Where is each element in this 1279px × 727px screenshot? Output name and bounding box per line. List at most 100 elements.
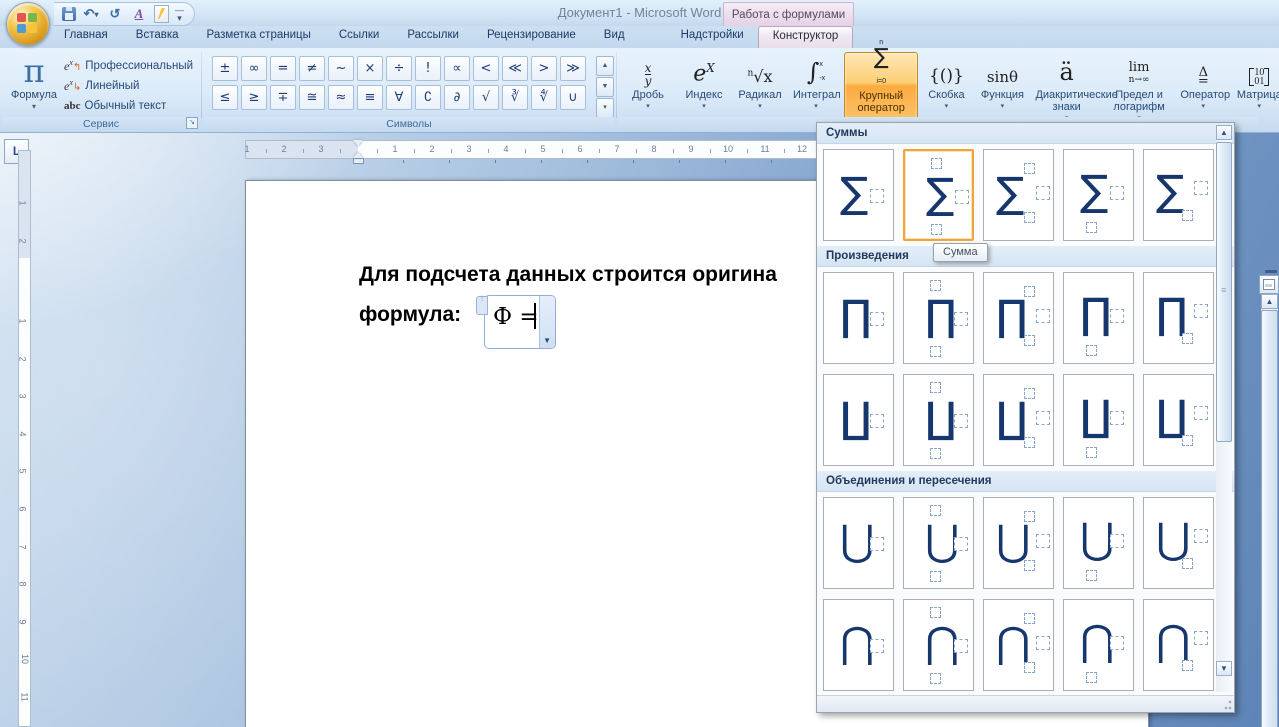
tab-конструктор[interactable]: Конструктор <box>757 26 854 49</box>
office-button[interactable] <box>6 2 50 46</box>
formula-button[interactable]: π Формула ▾ <box>8 54 60 118</box>
gallery-item-super-sub[interactable]: ⋃ <box>983 497 1054 589</box>
structure-function-button[interactable]: sinθ Функция ▾ <box>974 52 1030 120</box>
symbols-more-icon[interactable]: ▾ <box>596 98 614 118</box>
gallery-item-sub[interactable]: ∑ <box>1143 149 1214 241</box>
gallery-item-below[interactable]: ∏ <box>1063 272 1134 364</box>
symbol-button[interactable]: ! <box>415 56 441 81</box>
gallery-item-sub[interactable]: ∏ <box>1143 272 1214 364</box>
gallery-item-plain[interactable]: ⋃ <box>823 497 894 589</box>
mode-linear-icon[interactable]: ex↳ Линейный <box>64 76 139 95</box>
symbol-button[interactable]: ∞ <box>241 56 267 81</box>
tab-главная[interactable]: Главная <box>50 26 122 48</box>
symbol-button[interactable]: ≅ <box>299 85 325 110</box>
tab-рассылки[interactable]: Рассылки <box>393 26 473 48</box>
symbols-scroll-down[interactable]: ▼ <box>596 77 614 97</box>
gallery-item-super-sub[interactable]: ∐ <box>983 374 1054 466</box>
gallery-item-above-below[interactable]: ⋃ <box>903 497 974 589</box>
gallery-item-sub[interactable]: ∐ <box>1143 374 1214 466</box>
indent-markers[interactable] <box>352 140 364 164</box>
gallery-item-below[interactable]: ∑ <box>1063 149 1134 241</box>
gallery-item-below[interactable]: ⋃ <box>1063 497 1134 589</box>
dialog-launcher-icon[interactable]: ↘ <box>186 117 198 129</box>
symbol-button[interactable]: ∪ <box>560 85 586 110</box>
placeholder-box <box>930 448 941 459</box>
tab-надстройки[interactable]: Надстройки <box>667 26 758 48</box>
symbol-button[interactable]: ≫ <box>560 56 586 81</box>
split-handle[interactable] <box>1265 270 1277 273</box>
tab-stop-mark <box>449 160 450 163</box>
scroll-up-icon[interactable]: ▲ <box>1216 125 1232 140</box>
gallery-item-super-sub[interactable]: ⋂ <box>983 599 1054 691</box>
ruler-toggle-button[interactable] <box>1259 275 1279 294</box>
structure-fraction-button[interactable]: x y Дробь ▾ <box>620 52 676 120</box>
gallery-item-plain[interactable]: ∏ <box>823 272 894 364</box>
scroll-down-icon[interactable]: ▼ <box>1216 661 1232 676</box>
symbol-button[interactable]: ± <box>212 56 238 81</box>
scrollbar-thumb[interactable] <box>1261 310 1278 727</box>
gallery-item-plain[interactable]: ∑ <box>823 149 894 241</box>
resize-grip-icon[interactable] <box>1222 700 1232 710</box>
tab-рецензирование[interactable]: Рецензирование <box>473 26 590 48</box>
structure-bracket-button[interactable]: {()} Скобка ▾ <box>918 52 974 120</box>
symbol-button[interactable]: < <box>473 56 499 81</box>
tab-вставка[interactable]: Вставка <box>122 26 193 48</box>
symbol-button[interactable]: ∂ <box>444 85 470 110</box>
structure-script-button[interactable]: eX Индекс ▾ <box>676 52 732 120</box>
symbol-button[interactable]: × <box>357 56 383 81</box>
symbol-button[interactable]: ≠ <box>299 56 325 81</box>
vertical-ruler[interactable]: 1 2 3 4 5 6 7 8 9 10 11 2 1 <box>18 150 31 727</box>
structure-integral-button[interactable]: ∫ x -x Интеграл ▾ <box>788 52 844 120</box>
tab-вид[interactable]: Вид <box>590 26 639 48</box>
gallery-item-below[interactable]: ∐ <box>1063 374 1134 466</box>
symbol-button[interactable]: ~ <box>328 56 354 81</box>
symbol-button[interactable]: ∝ <box>444 56 470 81</box>
symbol-button[interactable]: ∛ <box>502 85 528 110</box>
structure-radical-button[interactable]: n√x Радикал ▾ <box>732 52 788 120</box>
chevron-down-icon: ▼ <box>543 336 551 345</box>
structure-operator-button[interactable]: Δ = Оператор ▾ <box>1175 52 1231 120</box>
gallery-item-above-below[interactable]: ∏ <box>903 272 974 364</box>
symbol-button[interactable]: > <box>531 56 557 81</box>
symbol-button[interactable]: ≡ <box>357 85 383 110</box>
symbol-button[interactable]: ≥ <box>241 85 267 110</box>
gallery-item-super-sub[interactable]: ∑ <box>983 149 1054 241</box>
gallery-item-plain[interactable]: ⋂ <box>823 599 894 691</box>
gallery-item-sub[interactable]: ⋃ <box>1143 497 1214 589</box>
equation-dropdown-strip[interactable]: ▼ <box>539 296 555 348</box>
structure-limit-button[interactable]: limn→∞Предел и логарифм▾ <box>1103 52 1175 122</box>
symbol-button[interactable]: √ <box>473 85 499 110</box>
symbols-scroll-up[interactable]: ▲ <box>596 56 614 76</box>
gallery-item-below[interactable]: ⋂ <box>1063 599 1134 691</box>
symbol-button[interactable]: ÷ <box>386 56 412 81</box>
symbol-button[interactable]: = <box>270 56 296 81</box>
symbol-button[interactable]: ≈ <box>328 85 354 110</box>
symbol-button[interactable]: ≪ <box>502 56 528 81</box>
gallery-item-above-below[interactable]: ∐ <box>903 374 974 466</box>
structure-large-operator-button[interactable]: n∑i=0Крупный оператор▾ <box>844 39 919 123</box>
mode-plain-text-icon[interactable]: abc Обычный текст <box>64 96 166 115</box>
symbol-button[interactable]: ∜ <box>531 85 557 110</box>
equation-grip-icon[interactable]: ⋮ <box>476 296 488 315</box>
structure-accent-button[interactable]: äДиакритические знаки▾ <box>1030 52 1117 122</box>
gallery-scrollbar[interactable]: ▲ ▼ <box>1216 125 1232 692</box>
gallery-item-super-sub[interactable]: ∏ <box>983 272 1054 364</box>
structure-matrix-button[interactable]: 10 01 Матрица ▾ <box>1231 52 1279 120</box>
mode-professional-icon[interactable]: ex↰ Профессиональный <box>64 56 193 75</box>
gallery-item-plain[interactable]: ∐ <box>823 374 894 466</box>
operator-glyph: ∐ <box>1156 391 1188 440</box>
tab-разметка страницы[interactable]: Разметка страницы <box>193 26 325 48</box>
vertical-scrollbar[interactable]: ▲ <box>1261 294 1278 727</box>
symbol-button[interactable]: ∓ <box>270 85 296 110</box>
symbol-button[interactable]: ∀ <box>386 85 412 110</box>
scrollbar-thumb[interactable] <box>1216 142 1232 442</box>
tab-ссылки[interactable]: Ссылки <box>325 26 394 48</box>
placeholder-box <box>1024 212 1035 223</box>
symbol-button[interactable]: ≤ <box>212 85 238 110</box>
equation-container[interactable]: ⋮ Ф = ▼ <box>476 295 556 349</box>
scroll-up-icon[interactable]: ▲ <box>1261 294 1278 309</box>
gallery-item-sub[interactable]: ⋂ <box>1143 599 1214 691</box>
gallery-item-above-below[interactable]: ⋂ <box>903 599 974 691</box>
symbol-button[interactable]: ∁ <box>415 85 441 110</box>
gallery-item-above-below[interactable]: ∑ <box>903 149 974 241</box>
